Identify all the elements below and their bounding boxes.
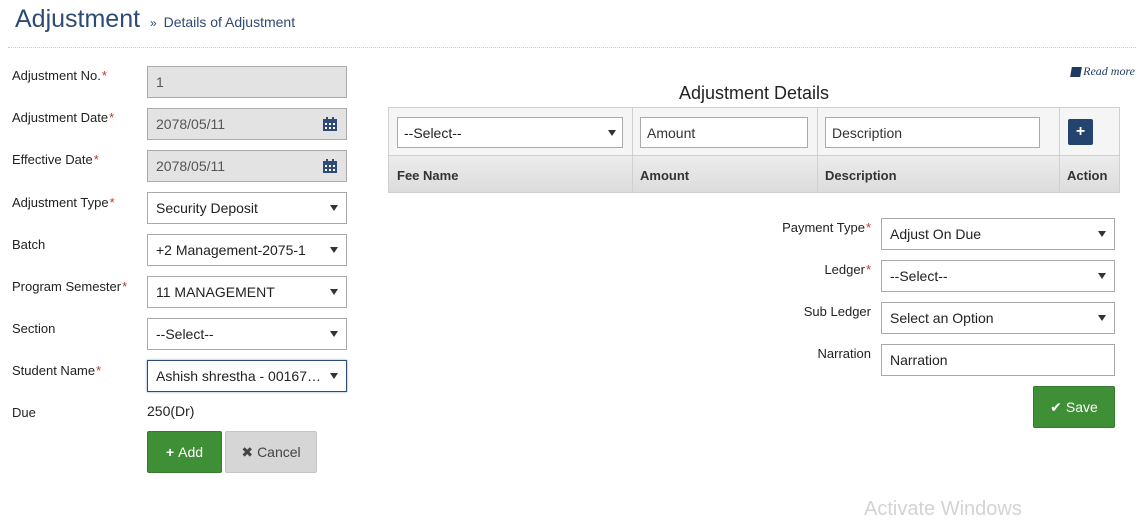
program-semester-select[interactable]: 11 MANAGEMENT [147,276,347,308]
breadcrumb-label: Details of Adjustment [163,14,296,30]
program-semester-label: Program Semester* [12,279,128,294]
add-button[interactable]: + Add [147,431,222,473]
caret-down-icon [608,129,616,136]
narration-input[interactable]: Narration [881,344,1115,376]
breadcrumb: » Details of Adjustment [150,14,295,30]
add-row-button[interactable]: + [1068,119,1093,145]
caret-down-icon [330,373,338,379]
column-header-description: Description [825,168,897,183]
ledger-select[interactable]: --Select-- [881,260,1115,292]
adjustment-details-title: Adjustment Details [678,83,830,103]
caret-down-icon [1098,231,1106,237]
required-mark: * [101,68,107,83]
caret-down-icon [1098,315,1106,321]
calendar-icon[interactable] [322,116,338,132]
times-icon: ✖ [241,443,254,460]
amount-input[interactable]: Amount [640,117,808,148]
save-button[interactable]: ✔ Save [1033,386,1115,428]
adjustment-type-label: Adjustment Type* [12,195,115,210]
page-title: Adjustment [15,5,141,33]
caret-down-icon [330,289,338,295]
due-label: Due [12,405,36,420]
student-name-select[interactable]: Ashish shrestha - 001675... [147,360,347,392]
sub-ledger-label: Sub Ledger [803,304,871,319]
adjustment-no-field[interactable]: 1 [147,66,347,98]
adjustment-date-label: Adjustment Date* [12,110,115,125]
column-header-fee-name: Fee Name [397,168,459,183]
activation-watermark: Activate Windows [864,498,1022,520]
description-input[interactable]: Description [825,117,1040,148]
section-label: Section [12,321,56,336]
batch-select[interactable]: +2 Management-2075-1 [147,234,347,266]
plus-icon: + [165,444,175,460]
student-name-label: Student Name* [12,363,102,378]
entry-row: --Select-- Amount Description + [389,108,1119,156]
column-divider [817,156,818,192]
cancel-button[interactable]: ✖ Cancel [225,431,317,473]
due-value: 250(Dr) [147,403,195,419]
column-divider [1059,156,1060,192]
required-mark: * [109,110,115,125]
required-mark: * [122,279,128,294]
adjustment-type-select[interactable]: Security Deposit [147,192,347,224]
ledger-label: Ledger* [824,262,871,277]
caret-down-icon [1098,273,1106,279]
payment-type-label: Payment Type* [782,220,871,235]
caret-down-icon [330,247,338,253]
column-divider [632,156,633,192]
caret-down-icon [330,331,338,337]
page-header: Adjustment » Details of Adjustment [0,0,1144,48]
required-mark: * [865,220,871,235]
required-mark: * [93,152,99,167]
table-header-row [389,156,1119,192]
column-divider [1059,108,1060,155]
fee-select[interactable]: --Select-- [397,117,623,148]
read-more-link[interactable]: Read more [1070,64,1135,79]
batch-label: Batch [12,237,46,252]
header-divider [8,47,1136,48]
required-mark: * [865,262,871,277]
adjustment-no-label: Adjustment No.* [12,68,107,83]
check-icon: ✔ [1050,398,1062,415]
calendar-icon[interactable] [322,158,338,174]
effective-date-label: Effective Date* [12,152,99,167]
effective-date-field[interactable]: 2078/05/11 [147,150,347,182]
column-header-amount: Amount [640,168,690,183]
required-mark: * [96,363,102,378]
narration-label: Narration [817,346,871,361]
adjustment-details-table: --Select-- Amount Description + Fee Name… [388,107,1120,193]
column-header-action: Action [1067,168,1108,183]
required-mark: * [109,195,115,210]
sub-ledger-select[interactable]: Select an Option [881,302,1115,334]
caret-down-icon [330,205,338,211]
breadcrumb-separator-icon: » [150,16,157,30]
column-divider [817,108,818,155]
book-icon [1070,66,1083,77]
payment-type-select[interactable]: Adjust On Due [881,218,1115,250]
column-divider [632,108,633,155]
section-select[interactable]: --Select-- [147,318,347,350]
adjustment-date-field[interactable]: 2078/05/11 [147,108,347,140]
